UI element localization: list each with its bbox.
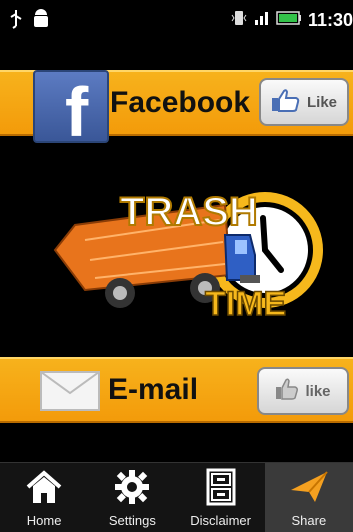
cabinet-icon [206,467,236,507]
battery-icon [276,11,302,30]
thumbs-up-icon [271,88,301,116]
nav-settings-label: Settings [108,513,156,528]
facebook-label: Facebook [110,86,251,119]
email-row[interactable]: E-mail like [0,357,353,423]
nav-disclaimer[interactable]: Disclaimer [177,463,265,532]
home-icon [24,467,64,507]
facebook-like-button[interactable]: Like [259,78,349,126]
thumbs-up-icon [275,378,299,404]
vibrate-icon [230,9,248,32]
usb-icon [8,9,24,34]
trash-time-logo: TRASH TIME [45,180,335,330]
nav-home[interactable]: Home [0,463,88,532]
nav-settings[interactable]: Settings [88,463,176,532]
nav-share[interactable]: Share [264,463,353,532]
logo-trash-text: TRASH [120,190,258,234]
envelope-icon [40,371,100,411]
share-icon [289,467,329,507]
facebook-row[interactable]: f Facebook Like [0,70,353,147]
status-time: 11:30 [307,10,353,30]
email-like-button[interactable]: like [257,367,349,415]
logo-time-text: TIME [205,285,286,323]
status-bar: 11:30 [0,0,353,38]
bottom-nav: Home Settings Disclaimer Share [0,462,353,532]
android-icon [32,9,50,34]
facebook-logo-icon: f [33,70,109,147]
signal-icon [254,10,270,31]
gear-icon [114,467,150,507]
email-like-label: like [305,382,331,400]
nav-disclaimer-label: Disclaimer [190,513,251,528]
facebook-like-label: Like [306,93,337,111]
nav-share-label: Share [291,513,327,528]
email-label: E-mail [108,373,199,406]
nav-home-label: Home [26,513,62,528]
